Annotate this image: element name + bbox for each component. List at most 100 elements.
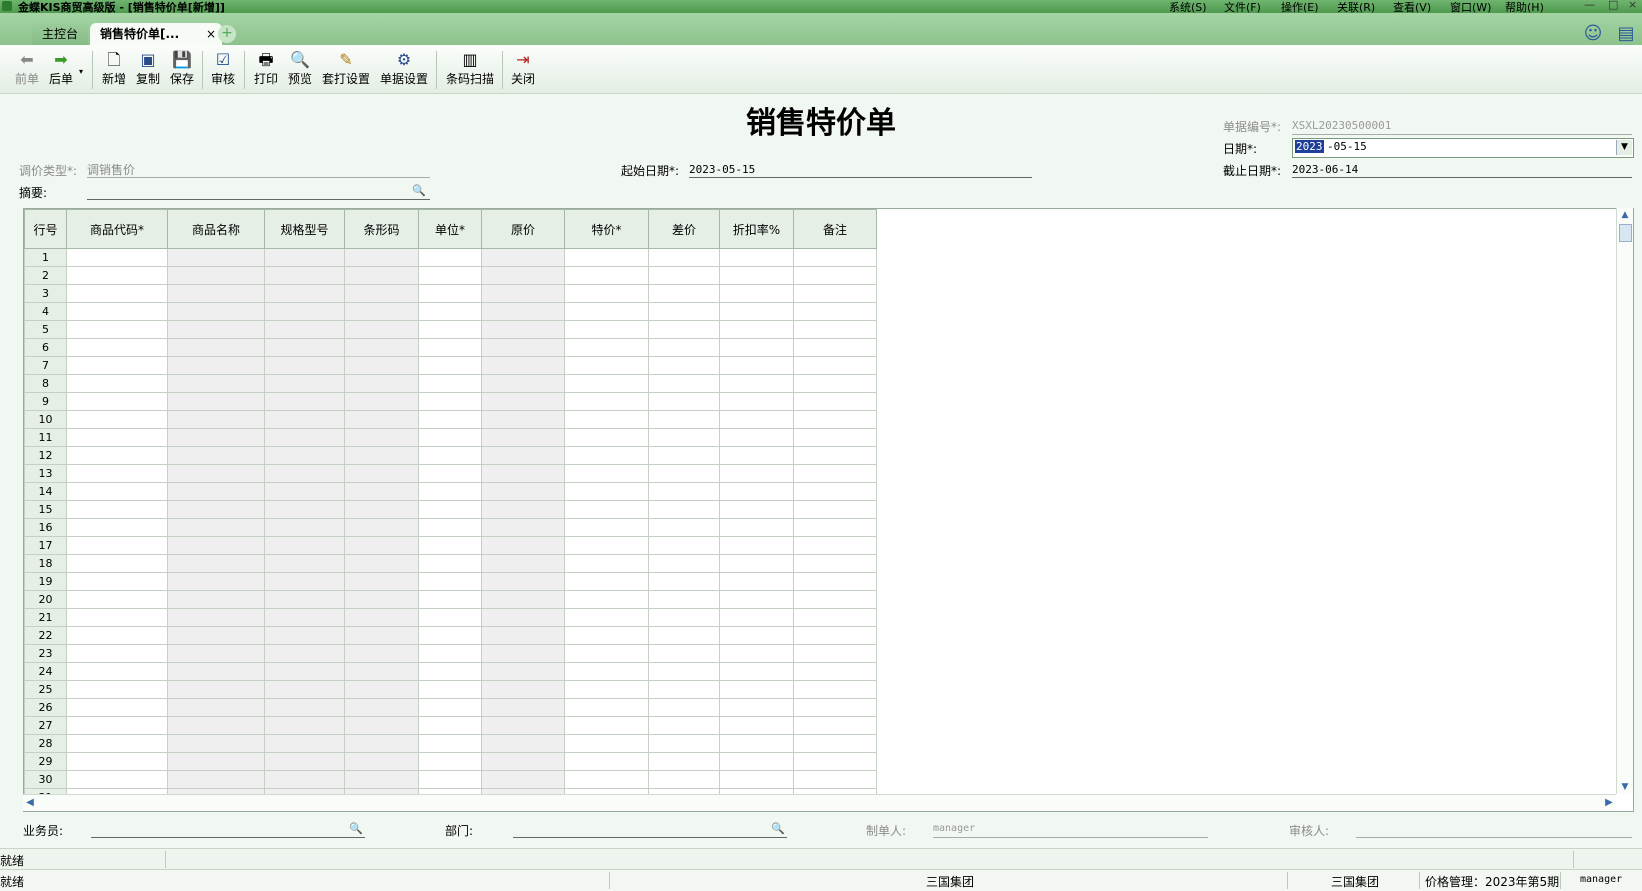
grid-cell[interactable] xyxy=(648,392,720,411)
scroll-left-icon[interactable]: ◀ xyxy=(23,795,37,811)
grid-cell[interactable] xyxy=(719,446,794,465)
next-doc-dropdown-icon[interactable]: ▾ xyxy=(79,67,83,76)
grid-cell[interactable] xyxy=(648,518,720,537)
grid-cell[interactable] xyxy=(793,644,877,663)
grid-cell[interactable] xyxy=(264,680,345,699)
grid-cell[interactable] xyxy=(167,770,265,789)
grid-cell[interactable] xyxy=(264,446,345,465)
close-button[interactable]: ⇥ 关闭 xyxy=(508,49,538,91)
print-button[interactable]: 🖶 打印 xyxy=(251,49,281,91)
grid-cell[interactable] xyxy=(793,518,877,537)
grid-cell[interactable] xyxy=(418,446,482,465)
summary-input[interactable] xyxy=(87,182,407,198)
new-button[interactable]: 🗋 新增 xyxy=(99,49,129,91)
chevron-down-icon[interactable]: ▼ xyxy=(1616,140,1632,155)
grid-cell[interactable] xyxy=(418,266,482,285)
grid-cell[interactable] xyxy=(66,608,168,627)
grid-cell[interactable] xyxy=(648,626,720,645)
tab-close-icon[interactable]: × xyxy=(206,23,216,45)
grid-cell[interactable] xyxy=(167,248,265,267)
grid-cell[interactable] xyxy=(418,392,482,411)
grid-cell[interactable] xyxy=(418,590,482,609)
grid-cell[interactable] xyxy=(264,518,345,537)
col-header-item-code[interactable]: 商品代码* xyxy=(66,209,168,249)
grid-cell[interactable] xyxy=(66,536,168,555)
grid-cell[interactable] xyxy=(66,248,168,267)
table-row[interactable]: 4 xyxy=(24,302,877,321)
grid-cell[interactable] xyxy=(481,464,565,483)
table-row[interactable]: 20 xyxy=(24,590,877,609)
grid-cell[interactable] xyxy=(264,356,345,375)
grid-cell[interactable] xyxy=(648,248,720,267)
grid-cell[interactable] xyxy=(418,680,482,699)
grid-cell[interactable] xyxy=(167,446,265,465)
grid-cell[interactable] xyxy=(793,734,877,753)
grid-cell[interactable] xyxy=(167,356,265,375)
table-row[interactable]: 12 xyxy=(24,446,877,465)
col-header-price-diff[interactable]: 差价 xyxy=(648,209,720,249)
grid-cell[interactable] xyxy=(648,572,720,591)
col-header-discount[interactable]: 折扣率% xyxy=(719,209,794,249)
grid-cell[interactable] xyxy=(344,608,419,627)
grid-cell[interactable] xyxy=(418,626,482,645)
table-row[interactable]: 23 xyxy=(24,644,877,663)
grid-cell[interactable] xyxy=(66,500,168,519)
grid-cell[interactable] xyxy=(167,428,265,447)
grid-cell[interactable] xyxy=(66,590,168,609)
grid-cell[interactable] xyxy=(648,662,720,681)
grid-cell[interactable] xyxy=(344,284,419,303)
grid-cell[interactable] xyxy=(418,572,482,591)
grid-cell[interactable] xyxy=(264,428,345,447)
grid-cell[interactable] xyxy=(264,608,345,627)
grid-cell[interactable] xyxy=(564,446,649,465)
grid-cell[interactable] xyxy=(66,338,168,357)
table-row[interactable]: 18 xyxy=(24,554,877,573)
grid-cell[interactable] xyxy=(564,644,649,663)
grid-cell[interactable] xyxy=(564,284,649,303)
grid-cell[interactable] xyxy=(648,536,720,555)
grid-cell[interactable] xyxy=(648,752,720,771)
grid-cell[interactable] xyxy=(719,464,794,483)
grid-cell[interactable] xyxy=(719,644,794,663)
table-row[interactable]: 16 xyxy=(24,518,877,537)
grid-cell[interactable] xyxy=(418,500,482,519)
grid-cell[interactable] xyxy=(418,248,482,267)
grid-cell[interactable] xyxy=(564,770,649,789)
grid-cell[interactable] xyxy=(481,482,565,501)
grid-cell[interactable] xyxy=(564,482,649,501)
grid-cell[interactable] xyxy=(481,428,565,447)
grid-cell[interactable] xyxy=(719,284,794,303)
grid-cell[interactable] xyxy=(481,248,565,267)
col-header-item-name[interactable]: 商品名称 xyxy=(167,209,265,249)
grid-cell[interactable] xyxy=(167,338,265,357)
grid-cell[interactable] xyxy=(66,284,168,303)
grid-cell[interactable] xyxy=(264,734,345,753)
grid-cell[interactable] xyxy=(719,752,794,771)
grid-cell[interactable] xyxy=(167,392,265,411)
grid-cell[interactable] xyxy=(793,428,877,447)
grid-cell[interactable] xyxy=(481,284,565,303)
grid-cell[interactable] xyxy=(564,500,649,519)
grid-cell[interactable] xyxy=(481,338,565,357)
table-row[interactable]: 29 xyxy=(24,752,877,771)
grid-cell[interactable] xyxy=(481,500,565,519)
grid-cell[interactable] xyxy=(264,410,345,429)
grid-cell[interactable] xyxy=(481,572,565,591)
grid-cell[interactable] xyxy=(793,248,877,267)
grid-cell[interactable] xyxy=(167,284,265,303)
grid-cell[interactable] xyxy=(66,320,168,339)
start-date-field[interactable]: 2023-05-15 xyxy=(689,163,755,176)
grid-cell[interactable] xyxy=(418,482,482,501)
grid-cell[interactable] xyxy=(564,662,649,681)
grid-cell[interactable] xyxy=(648,356,720,375)
grid-cell[interactable] xyxy=(648,320,720,339)
barcode-scan-button[interactable]: ▥ 条码扫描 xyxy=(443,49,497,91)
vertical-scrollbar[interactable]: ▲ ▼ xyxy=(1616,208,1633,794)
grid-cell[interactable] xyxy=(648,770,720,789)
grid-cell[interactable] xyxy=(344,338,419,357)
grid-cell[interactable] xyxy=(719,554,794,573)
grid-cell[interactable] xyxy=(66,662,168,681)
grid-cell[interactable] xyxy=(344,302,419,321)
grid-cell[interactable] xyxy=(344,482,419,501)
grid-cell[interactable] xyxy=(167,680,265,699)
